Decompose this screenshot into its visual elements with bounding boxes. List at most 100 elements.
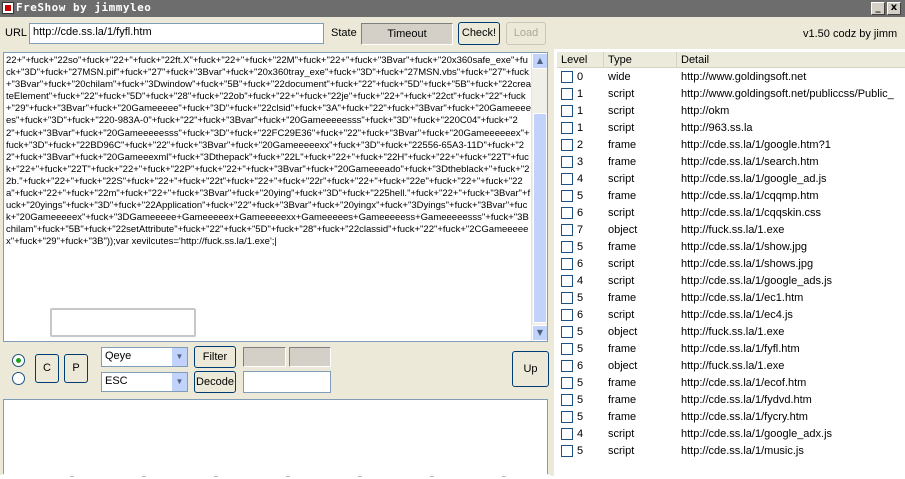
level-value: 5 (577, 241, 584, 253)
row-checkbox[interactable] (561, 275, 573, 287)
type-cell: wide (608, 71, 631, 83)
row-checkbox[interactable] (561, 326, 573, 338)
filter-field-2[interactable] (289, 347, 331, 367)
list-item[interactable]: 5 frame http://cde.ss.la/1/ec1.htm (557, 290, 905, 307)
level-cell: 7 (557, 222, 604, 239)
mode-select[interactable]: Qeye ▼ (101, 347, 188, 367)
row-checkbox[interactable] (561, 241, 573, 253)
level-value: 6 (577, 360, 584, 372)
row-checkbox[interactable] (561, 428, 573, 440)
column-header-level[interactable]: Level (557, 52, 604, 68)
filter-button[interactable]: Filter (194, 346, 236, 368)
c-button[interactable]: C (35, 354, 59, 383)
type-cell: frame (608, 292, 637, 304)
row-checkbox[interactable] (561, 411, 573, 423)
level-cell: 4 (557, 273, 604, 290)
list-item[interactable]: 1 script http://963.ss.la (557, 120, 905, 137)
list-item[interactable]: 2 frame http://cde.ss.la/1/google.htm?1 (557, 137, 905, 154)
list-item[interactable]: 7 object http://fuck.ss.la/1.exe (557, 222, 905, 239)
chevron-down-icon[interactable]: ▼ (171, 348, 187, 366)
list-item[interactable]: 5 frame http://cde.ss.la/1/ecof.htm (557, 375, 905, 392)
list-item[interactable]: 1 script http://okm (557, 103, 905, 120)
row-checkbox[interactable] (561, 258, 573, 270)
type-cell: script (608, 105, 635, 117)
level-cell: 1 (557, 86, 604, 103)
list-item[interactable]: 4 script http://cde.ss.la/1/google_ad.js (557, 171, 905, 188)
row-checkbox[interactable] (561, 343, 573, 355)
row-checkbox[interactable] (561, 105, 573, 117)
up-button[interactable]: Up (512, 351, 549, 387)
list-item[interactable]: 5 frame http://cde.ss.la/1/show.jpg (557, 239, 905, 256)
row-checkbox[interactable] (561, 445, 573, 457)
list-item[interactable]: 5 frame http://cde.ss.la/1/fydvd.htm (557, 392, 905, 409)
row-checkbox[interactable] (561, 224, 573, 236)
close-button[interactable]: x (887, 2, 901, 15)
scroll-down-arrow-icon[interactable]: ▼ (532, 325, 547, 341)
chevron-down-icon[interactable]: ▼ (171, 373, 187, 391)
type-cell: script (608, 258, 635, 270)
torn-edge (0, 471, 905, 479)
p-button[interactable]: P (64, 354, 88, 383)
column-header-type[interactable]: Type (604, 52, 677, 68)
list-item[interactable]: 5 object http://fuck.ss.la/1.exe (557, 324, 905, 341)
row-checkbox[interactable] (561, 139, 573, 151)
column-header-detail[interactable]: Detail (677, 52, 905, 68)
row-checkbox[interactable] (561, 207, 573, 219)
list-item[interactable]: 4 script http://cde.ss.la/1/google_adx.js (557, 426, 905, 443)
type-cell: script (608, 88, 635, 100)
type-cell: frame (608, 241, 637, 253)
level-value: 0 (577, 71, 584, 83)
row-checkbox[interactable] (561, 122, 573, 134)
list-item[interactable]: 4 script http://cde.ss.la/1/google_ads.js (557, 273, 905, 290)
row-checkbox[interactable] (561, 292, 573, 304)
list-item[interactable]: 6 script http://cde.ss.la/1/shows.jpg (557, 256, 905, 273)
state-label: State (331, 27, 357, 39)
scroll-thumb[interactable] (533, 113, 547, 323)
list-item[interactable]: 5 frame http://cde.ss.la/1/cqqmp.htm (557, 188, 905, 205)
filter-field-1[interactable] (243, 347, 286, 367)
level-value: 6 (577, 207, 584, 219)
level-value: 5 (577, 445, 584, 457)
level-value: 4 (577, 173, 584, 185)
list-item[interactable]: 0 wide http://www.goldingsoft.net (557, 69, 905, 86)
scroll-up-arrow-icon[interactable]: ▲ (532, 53, 547, 69)
highlight-rectangle (50, 308, 196, 337)
row-checkbox[interactable] (561, 377, 573, 389)
list-item[interactable]: 6 script http://cde.ss.la/1/cqqskin.css (557, 205, 905, 222)
source-code-textarea[interactable]: 22+"+fuck+"22so"+fuck+"22+"+fuck+"22ft.X… (3, 52, 548, 342)
level-value: 1 (577, 122, 584, 134)
list-item[interactable]: 1 script http://www.goldingsoft.net/public… (557, 86, 905, 103)
list-item[interactable]: 6 object http://fuck.ss.la/1.exe (557, 358, 905, 375)
type-cell: script (608, 275, 635, 287)
list-item[interactable]: 3 frame http://cde.ss.la/1/search.htm (557, 154, 905, 171)
row-checkbox[interactable] (561, 309, 573, 321)
row-checkbox[interactable] (561, 173, 573, 185)
row-checkbox[interactable] (561, 360, 573, 372)
minimize-button[interactable]: _ (871, 2, 885, 15)
list-item[interactable]: 5 frame http://cde.ss.la/1/fyfl.htm (557, 341, 905, 358)
list-item[interactable]: 5 script http://cde.ss.la/1/music.js (557, 443, 905, 460)
url-input[interactable]: http://cde.ss.la/1/fyfl.htm (29, 23, 324, 44)
radio-option-1[interactable] (12, 354, 25, 367)
level-cell: 1 (557, 103, 604, 120)
radio-option-2[interactable] (12, 372, 25, 385)
level-cell: 5 (557, 290, 604, 307)
decode-button[interactable]: Decode (194, 371, 236, 393)
encoding-select[interactable]: ESC ▼ (101, 372, 188, 392)
row-checkbox[interactable] (561, 156, 573, 168)
row-checkbox[interactable] (561, 190, 573, 202)
check-button[interactable]: Check! (458, 22, 500, 45)
list-item[interactable]: 5 frame http://cde.ss.la/1/fycry.htm (557, 409, 905, 426)
list-item[interactable]: 6 script http://cde.ss.la/1/ec4.js (557, 307, 905, 324)
row-checkbox[interactable] (561, 71, 573, 83)
type-cell: script (608, 207, 635, 219)
load-button[interactable]: Load (506, 22, 546, 45)
output-textarea[interactable] (3, 399, 548, 477)
row-checkbox[interactable] (561, 394, 573, 406)
level-cell: 4 (557, 426, 604, 443)
decode-field[interactable] (243, 371, 331, 393)
state-value: Timeout (361, 23, 453, 45)
code-vertical-scrollbar[interactable]: ▲ ▼ (531, 53, 547, 341)
detail-cell: http://cde.ss.la/1/show.jpg (681, 241, 807, 253)
row-checkbox[interactable] (561, 88, 573, 100)
